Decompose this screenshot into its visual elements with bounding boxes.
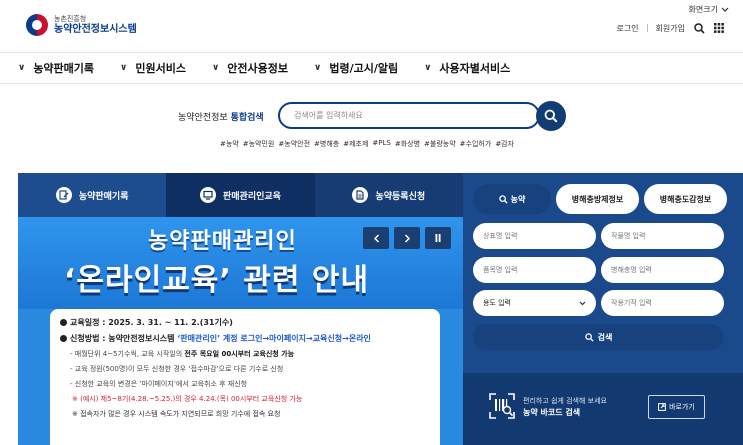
chevron-down-icon (721, 7, 729, 12)
hashtag[interactable]: #화상병 (395, 139, 420, 149)
panel-tab-pesticide[interactable]: 농약 (473, 184, 551, 214)
item-name-input[interactable] (473, 257, 596, 283)
hashtag[interactable]: #농약민원 (243, 139, 275, 149)
banner-title-line1: 농약판매관리인 (148, 229, 297, 254)
apply-detail-2: - 교육 정원(500명)이 모두 신청한 경우 ‘접수마감’으로 다른 기수로… (70, 365, 284, 373)
search-icon[interactable] (693, 22, 705, 34)
nav-item-safety-info[interactable]: ∨ 안전사용정보 (212, 60, 288, 76)
external-link-icon (658, 403, 667, 411)
bullet-icon (60, 319, 67, 326)
utility-links: 로그인 회원가입 (616, 22, 725, 34)
hashtag[interactable]: #수입허가 (460, 139, 492, 149)
example-note: ※ (예시) 제5~8기(4.28.~5.25.)의 경우 4.24.(목) 0… (72, 395, 303, 403)
logo-name: 농약안전정보시스템 (54, 23, 137, 35)
barcode-caption: 편리하고 쉽게 검색해 보세요 (523, 397, 607, 405)
panel-search-button[interactable]: 검색 (473, 324, 724, 350)
notice-banner[interactable]: 농약판매관리인 ‘온라인교육’ 관련 안내 교육일정 : 2025. 3. 31… (18, 217, 463, 445)
font-size-label: 화면크기 (688, 5, 718, 14)
banner-prev-button[interactable] (363, 227, 389, 249)
monitor-icon (200, 187, 216, 203)
rda-emblem-icon (26, 14, 48, 36)
bullet-icon (60, 335, 67, 342)
access-note: ※ 접속자가 많은 경우 시스템 속도가 지연되므로 희망 기수에 접속 요청 (72, 410, 281, 418)
hashtag[interactable]: #농약안전 (278, 139, 310, 149)
banner-body: 교육일정 : 2025. 3. 31. ~ 11. 2.(31기수) 신청방법 … (50, 309, 440, 445)
panel-tab-pest-guide[interactable]: 병해충도감정보 (644, 184, 727, 214)
barcode-shortcut-button[interactable]: 바로가기 (648, 395, 705, 419)
banner-title-line2: ‘온라인교육’ 관련 안내 (64, 263, 370, 298)
chevron-down-icon: ∨ (120, 63, 128, 73)
pencil-note-icon (55, 187, 72, 203)
hashtag[interactable]: #감자 (495, 139, 514, 149)
pest-name-input[interactable] (601, 257, 724, 283)
panel-tab-pest-control[interactable]: 병해충방제정보 (556, 184, 639, 214)
pause-icon (435, 234, 441, 242)
banner-pause-button[interactable] (425, 227, 451, 249)
font-size-button[interactable]: 화면크기 (689, 4, 729, 15)
banner-next-button[interactable] (394, 227, 420, 249)
hashtag[interactable]: #병해충 (314, 139, 339, 149)
hashtag[interactable]: #불량농약 (424, 139, 456, 149)
hashtag[interactable]: #제초제 (343, 139, 368, 149)
barcode-title: 농약 바코드 검색 (523, 407, 581, 417)
top-header: 농촌진흥청 농약안전정보시스템 화면크기 로그인 회원가입 (0, 0, 743, 52)
hashtag[interactable]: #농약 (220, 139, 239, 149)
nav-item-laws-notices[interactable]: ∨ 법령/고시/알림 (314, 60, 398, 76)
crop-name-input[interactable] (601, 223, 724, 249)
barcode-search-area: 편리하고 쉽게 검색해 보세요 농약 바코드 검색 바로가기 (463, 373, 743, 445)
pesticide-search-panel: 농약 병해충방제정보 병해충도감정보 용도 입력 검색 편리하고 쉽게 검색해 … (463, 173, 743, 445)
nav-item-pesticide-sales[interactable]: ∨ 농약판매기록 (18, 60, 94, 76)
brand-name-input[interactable] (473, 223, 596, 249)
login-link[interactable]: 로그인 (616, 23, 638, 34)
usage-select[interactable]: 용도 입력 (473, 290, 596, 316)
quick-tabs: 농약판매기록 판매관리인교육 농약등록신청 (18, 173, 463, 217)
search-input[interactable] (278, 102, 540, 129)
edu-period: 교육일정 : 2025. 3. 31. ~ 11. 2.(31기수) (60, 317, 430, 328)
main-nav: ∨ 농약판매기록 ∨ 민원서비스 ∨ 안전사용정보 ∨ 법령/고시/알림 ∨ 사용자별서비… (0, 52, 743, 84)
chevron-down-icon (579, 301, 586, 305)
tab-pesticide-sales[interactable]: 농약판매기록 (18, 173, 167, 217)
chevron-down-icon: ∨ (18, 63, 26, 73)
chevron-down-icon: ∨ (211, 63, 220, 73)
panel-tabs: 농약 병해충방제정보 병해충도감정보 (473, 184, 727, 214)
signup-link[interactable]: 회원가입 (656, 23, 685, 34)
grid-menu-icon[interactable] (713, 22, 725, 34)
document-icon (352, 187, 369, 203)
search-label: 농약안전정보 통합검색 (178, 113, 264, 123)
search-icon (498, 194, 508, 204)
chevron-down-icon: ∨ (424, 63, 432, 73)
hashtag[interactable]: #PLS (372, 139, 390, 149)
search-icon (584, 332, 594, 342)
hashtag-list: #농약 #농약민원 #농약안전 #병해충 #제초제 #PLS #화상병 #불량농… (220, 139, 514, 149)
chevron-right-icon (404, 233, 410, 243)
chevron-left-icon (373, 233, 379, 243)
apply-detail-1: - 매월단위 4~5기수씩, 교육 시작일의 전주 목요일 00시부터 교육신청… (70, 350, 295, 358)
tab-manager-education[interactable]: 판매관리인교육 (166, 173, 315, 217)
nav-item-civil-service[interactable]: ∨ 민원서비스 (120, 60, 186, 76)
chevron-down-icon: ∨ (314, 63, 322, 73)
banner-header: 농약판매관리인 ‘온라인교육’ 관련 안내 (18, 217, 463, 309)
apply-detail-3: - 신청한 교육의 변경은 ‘마이페이지’에서 교육취소 후 재신청 (70, 380, 248, 388)
barcode-text: 편리하고 쉽게 검색해 보세요 농약 바코드 검색 (523, 397, 607, 418)
logo-org: 농촌진흥청 (54, 14, 87, 23)
search-icon (544, 109, 558, 123)
apply-method: 신청방법 : 농약안전정보시스템 ‘판매관리인’ 계정 로그인→마이페이지→교육… (60, 333, 430, 344)
site-logo[interactable]: 농촌진흥청 농약안전정보시스템 (26, 14, 137, 36)
search-button[interactable] (536, 101, 566, 131)
barcode-scan-icon (489, 393, 515, 419)
nav-item-user-services[interactable]: ∨ 사용자별서비스 (424, 60, 510, 76)
divider (646, 24, 648, 32)
mechanism-input[interactable] (601, 290, 724, 316)
tab-registration-apply[interactable]: 농약등록신청 (314, 173, 463, 217)
